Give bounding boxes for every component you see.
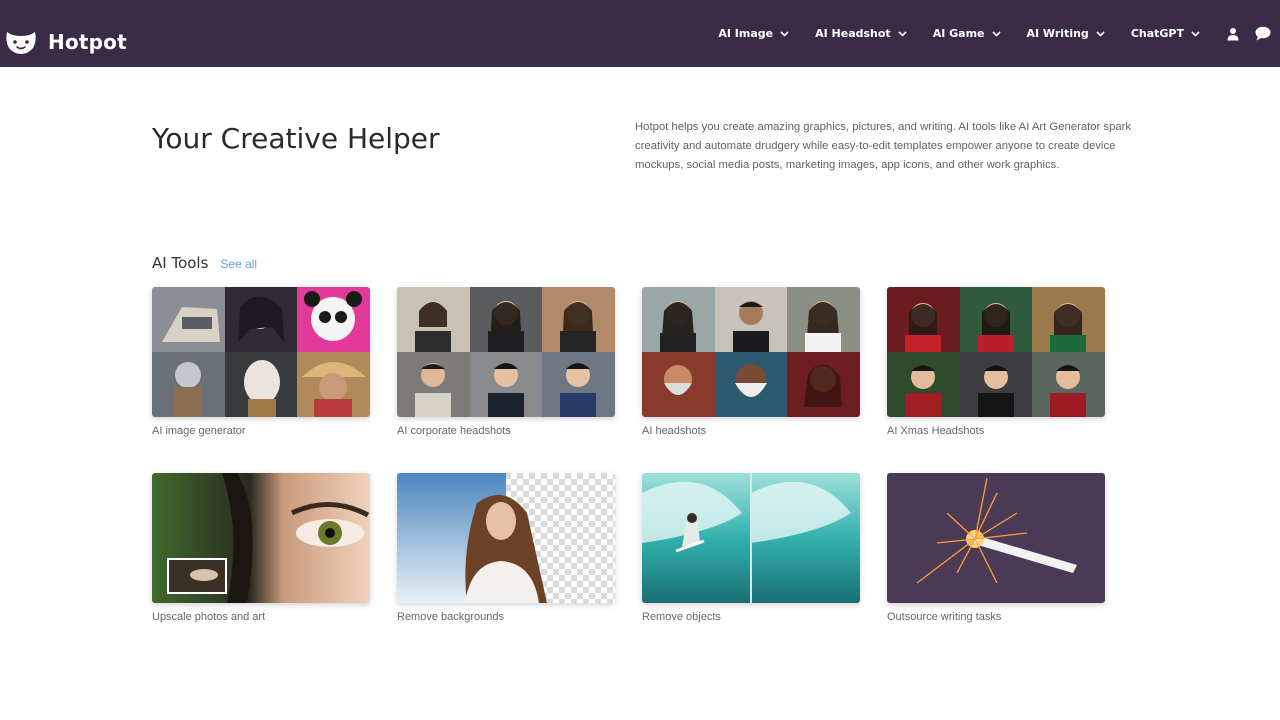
brand-name: Hotpot [48, 30, 127, 54]
tool-thumbnail [397, 473, 615, 603]
tool-thumbnail [887, 287, 1105, 417]
remove-objects-wave-image [642, 473, 860, 603]
nav-item-ai-game[interactable]: AI Game [933, 27, 1001, 40]
nav-item-label: ChatGPT [1130, 27, 1184, 40]
chevron-down-icon [898, 30, 907, 37]
top-nav-bar: Hotpot AI Image AI Headshot AI Game AI W… [0, 0, 1280, 67]
section-title: AI Tools [152, 254, 209, 272]
nav-item-ai-headshot[interactable]: AI Headshot [815, 27, 907, 40]
tool-card-ai-image-generator[interactable]: AI image generator [152, 287, 370, 437]
xmas-headshots-collage-image [887, 287, 1105, 417]
tool-card-remove-objects[interactable]: Remove objects [642, 473, 860, 623]
remove-background-image [397, 473, 615, 603]
tool-card-label: Upscale photos and art [152, 611, 266, 623]
hero-description: Hotpot helps you create amazing graphics… [635, 121, 1132, 171]
chevron-down-icon [1096, 30, 1105, 37]
nav-item-label: AI Headshot [815, 27, 891, 40]
nav-item-label: AI Game [932, 27, 985, 40]
user-icon[interactable] [1226, 27, 1240, 41]
tool-card-label: Outsource writing tasks [887, 611, 1002, 623]
tool-card-outsource-writing[interactable]: Outsource writing tasks [887, 473, 1105, 623]
tool-card-upscale-photos[interactable]: Upscale photos and art [152, 473, 370, 623]
chevron-down-icon [780, 30, 789, 37]
chevron-down-icon [991, 30, 1001, 37]
tool-card-label: AI Xmas Headshots [887, 425, 985, 437]
ai-art-collage-image [152, 287, 370, 417]
brand-logo[interactable]: Hotpot [3, 29, 127, 55]
ai-tools-header: AI Tools See all [152, 254, 257, 272]
nav-item-ai-image[interactable]: AI Image [718, 27, 789, 40]
hotpot-logo-icon [6, 32, 36, 54]
tool-thumbnail [642, 473, 860, 603]
tool-card-remove-backgrounds[interactable]: Remove backgrounds [397, 473, 615, 623]
nav-item-ai-writing[interactable]: AI Writing [1027, 27, 1105, 40]
tool-thumbnail [887, 473, 1105, 603]
tool-card-ai-corporate-headshots[interactable]: AI corporate headshots [397, 287, 615, 437]
tool-card-label: Remove backgrounds [397, 611, 505, 623]
chat-icon[interactable] [1255, 26, 1271, 41]
main-nav: AI Image AI Headshot AI Game AI Writing … [718, 0, 1280, 67]
tool-card-label: AI headshots [642, 425, 707, 437]
tool-thumbnail [642, 287, 860, 417]
tool-thumbnail [152, 287, 370, 417]
tool-thumbnail [397, 287, 615, 417]
tool-card-label: Remove objects [642, 611, 721, 623]
sparkler-pen-image [887, 473, 1105, 603]
nav-item-chatgpt[interactable]: ChatGPT [1131, 27, 1200, 40]
tool-thumbnail [152, 473, 370, 603]
page-title: Your Creative Helper [152, 122, 440, 155]
headshots-collage-image [642, 287, 860, 417]
nav-item-label: AI Image [718, 27, 774, 40]
see-all-link[interactable]: See all [220, 257, 257, 271]
nav-item-label: AI Writing [1026, 27, 1089, 40]
tool-card-ai-xmas-headshots[interactable]: AI Xmas Headshots [887, 287, 1105, 437]
tool-card-label: AI image generator [152, 425, 246, 437]
upscale-eye-image [152, 473, 370, 603]
tool-card-ai-headshots[interactable]: AI headshots [642, 287, 860, 437]
tool-card-label: AI corporate headshots [397, 425, 511, 437]
chevron-down-icon [1191, 30, 1200, 37]
corporate-headshots-collage-image [397, 287, 615, 417]
